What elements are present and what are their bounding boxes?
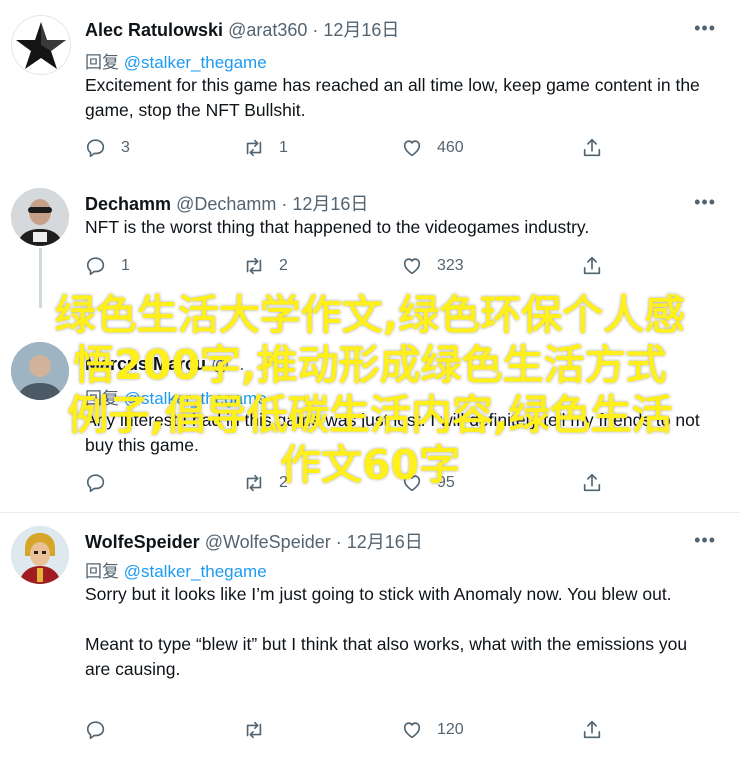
share-icon [583, 256, 601, 275]
heart-icon [403, 722, 421, 739]
heart-icon [403, 475, 421, 492]
retweet-button[interactable]: 2 [243, 472, 288, 494]
author-handle-date[interactable]: @Dechamm · 12月16日 [176, 194, 368, 214]
tweet-actions: 1 2 323 [85, 255, 625, 281]
tweet-1[interactable]: Alec Ratulowski @arat360 · 12月16日 ••• 回复… [0, 0, 740, 180]
person-avatar-icon [11, 342, 69, 400]
share-button[interactable] [581, 472, 603, 494]
more-options-icon[interactable]: ••• [694, 530, 716, 551]
reply-button[interactable] [85, 719, 107, 741]
author-name[interactable]: Dechamm [85, 194, 171, 214]
like-button[interactable]: 95 [401, 472, 455, 494]
author-handle-date[interactable]: @... [211, 354, 244, 374]
retweet-count: 2 [279, 474, 288, 491]
reply-count: 3 [121, 139, 130, 156]
share-icon [583, 473, 601, 492]
retweet-button[interactable]: 2 [243, 255, 288, 277]
share-icon [583, 720, 601, 739]
author-name[interactable]: Alec Ratulowski [85, 20, 223, 40]
reply-button[interactable]: 1 [85, 255, 130, 277]
reply-mention-link[interactable]: @stalker_thegame [124, 562, 267, 581]
reply-label: 回复 [85, 53, 119, 72]
tweet-text: Excitement for this game has reached an … [85, 75, 700, 120]
avatar[interactable] [11, 188, 69, 246]
like-count: 120 [437, 721, 464, 738]
like-count: 460 [437, 139, 464, 156]
share-button[interactable] [581, 137, 603, 159]
person-avatar-icon [11, 188, 69, 246]
heart-icon [403, 140, 421, 157]
reply-button[interactable] [85, 472, 107, 494]
author-handle-date[interactable]: @arat360 · 12月16日 [228, 20, 399, 40]
like-button[interactable]: 120 [401, 719, 464, 741]
retweet-icon [246, 257, 262, 275]
author-name[interactable]: Marcus Marcu [85, 354, 206, 374]
retweet-icon [246, 721, 262, 739]
pixel-art-avatar-icon [11, 526, 69, 584]
tweet-actions: 3 1 460 [85, 137, 625, 163]
tweet-text: NFT is the worst thing that happened to … [85, 217, 590, 237]
reply-mention-link[interactable]: @stalker_thegame [124, 53, 267, 72]
tweet-3[interactable]: Marcus Marcu @... 回复 @stalker_thegame An… [0, 300, 740, 510]
like-count: 95 [437, 474, 455, 491]
author-name[interactable]: WolfeSpeider [85, 532, 200, 552]
heart-icon [403, 258, 421, 275]
share-button[interactable] [581, 719, 603, 741]
reply-mention-link[interactable]: @stalker_thegame [124, 389, 267, 408]
retweet-button[interactable] [243, 719, 265, 741]
tweet-2[interactable]: Dechamm @Dechamm · 12月16日 ••• NFT is the… [0, 180, 740, 300]
reply-button[interactable]: 3 [85, 137, 130, 159]
retweet-icon [246, 139, 262, 157]
more-options-icon[interactable]: ••• [694, 18, 716, 39]
tweet-actions: 2 95 [85, 472, 625, 498]
avatar[interactable] [11, 342, 69, 400]
reply-icon [86, 474, 105, 493]
star-logo-icon [13, 17, 69, 73]
like-button[interactable]: 323 [401, 255, 464, 277]
author-handle-date[interactable]: @WolfeSpeider · 12月16日 [205, 532, 423, 552]
tweet-text: Sorry but it looks like I’m just going t… [85, 584, 688, 679]
tweet-actions: 120 [85, 719, 625, 745]
share-icon [583, 138, 601, 157]
more-options-icon[interactable]: ••• [694, 192, 716, 213]
reply-label: 回复 [85, 389, 119, 408]
retweet-count: 2 [279, 257, 288, 274]
like-button[interactable]: 460 [401, 137, 464, 159]
avatar[interactable] [11, 15, 71, 75]
retweet-button[interactable]: 1 [243, 137, 288, 159]
tweet-4[interactable]: WolfeSpeider @WolfeSpeider · 12月16日 ••• … [0, 513, 740, 759]
avatar[interactable] [11, 526, 69, 584]
reply-count: 1 [121, 257, 130, 274]
like-count: 323 [437, 257, 464, 274]
retweet-count: 1 [279, 139, 288, 156]
tweet-text: Any interest I had in this game was just… [85, 410, 700, 455]
reply-icon [86, 257, 105, 276]
reply-label: 回复 [85, 562, 119, 581]
reply-icon [86, 721, 105, 740]
share-button[interactable] [581, 255, 603, 277]
retweet-icon [246, 474, 262, 492]
reply-icon [86, 139, 105, 158]
